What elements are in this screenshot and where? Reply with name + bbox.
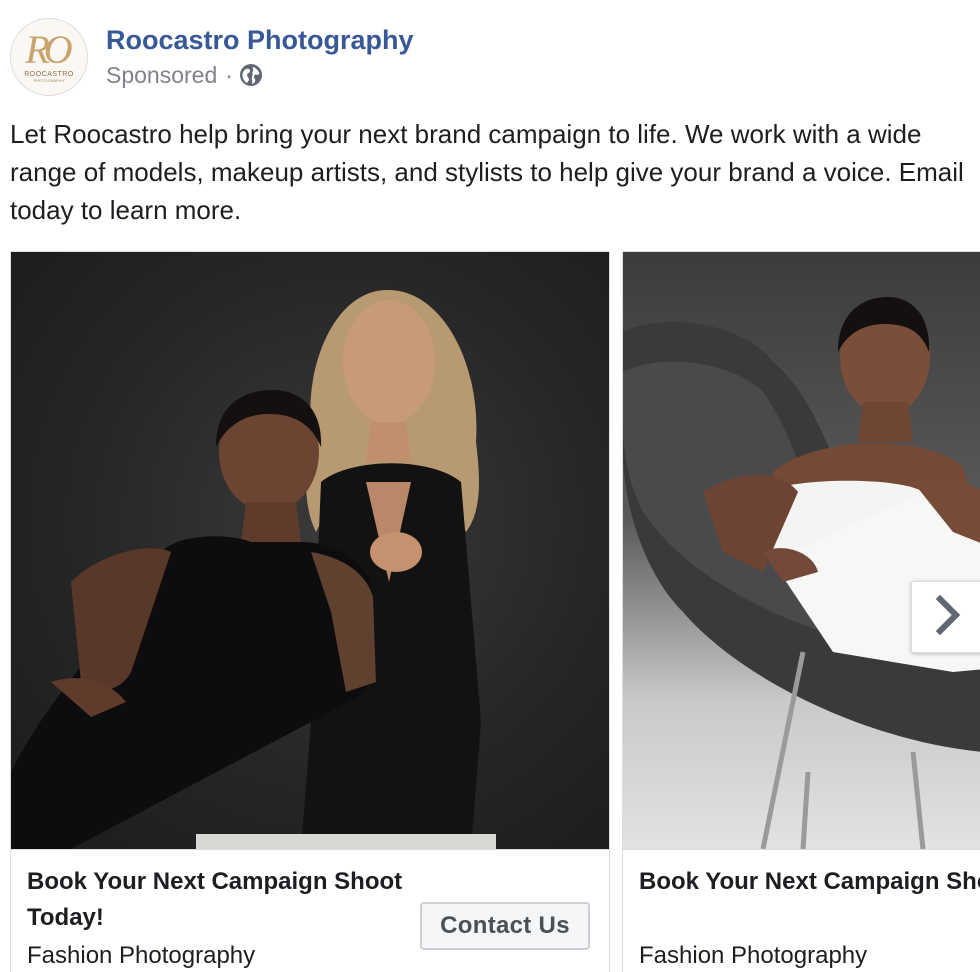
card-title[interactable]: Book Your Next Campaign Shoot Today! xyxy=(639,864,980,900)
card-subtitle: Fashion Photography xyxy=(639,942,868,969)
card-title[interactable]: Book Your Next Campaign Shoot Today! xyxy=(27,864,427,936)
chevron-right-icon xyxy=(934,594,962,640)
avatar-monogram: RO xyxy=(25,27,72,72)
sponsored-label[interactable]: Sponsored xyxy=(106,60,217,90)
avatar[interactable]: RO ROOCASTRO PHOTOGRAPHY xyxy=(10,18,88,96)
post-header: RO ROOCASTRO PHOTOGRAPHY Roocastro Photo… xyxy=(10,18,414,98)
card-image-model-white-dress-chair[interactable] xyxy=(623,252,980,849)
contact-us-button[interactable]: Contact Us xyxy=(420,902,590,950)
card-subtitle: Fashion Photography xyxy=(27,942,256,969)
avatar-tagline: PHOTOGRAPHY xyxy=(33,78,65,83)
post-subline: Sponsored · xyxy=(106,60,414,90)
page-name-link[interactable]: Roocastro Photography xyxy=(106,22,414,58)
card-info[interactable]: Book Your Next Campaign Shoot Today! Fas… xyxy=(11,849,609,972)
carousel-card-1[interactable]: Book Your Next Campaign Shoot Today! Fas… xyxy=(10,251,610,972)
sponsored-post: RO ROOCASTRO PHOTOGRAPHY Roocastro Photo… xyxy=(0,0,980,972)
post-body-text: Let Roocastro help bring your next brand… xyxy=(10,119,964,225)
card-image-models-black-outfits[interactable] xyxy=(11,252,609,849)
globe-icon[interactable] xyxy=(239,63,263,87)
carousel-next-button[interactable] xyxy=(911,581,980,653)
post-meta: Roocastro Photography Sponsored · xyxy=(106,22,414,90)
separator-dot: · xyxy=(225,62,233,88)
card-info[interactable]: Book Your Next Campaign Shoot Today! Fas… xyxy=(623,849,980,972)
avatar-wordmark: ROOCASTRO xyxy=(24,71,74,78)
